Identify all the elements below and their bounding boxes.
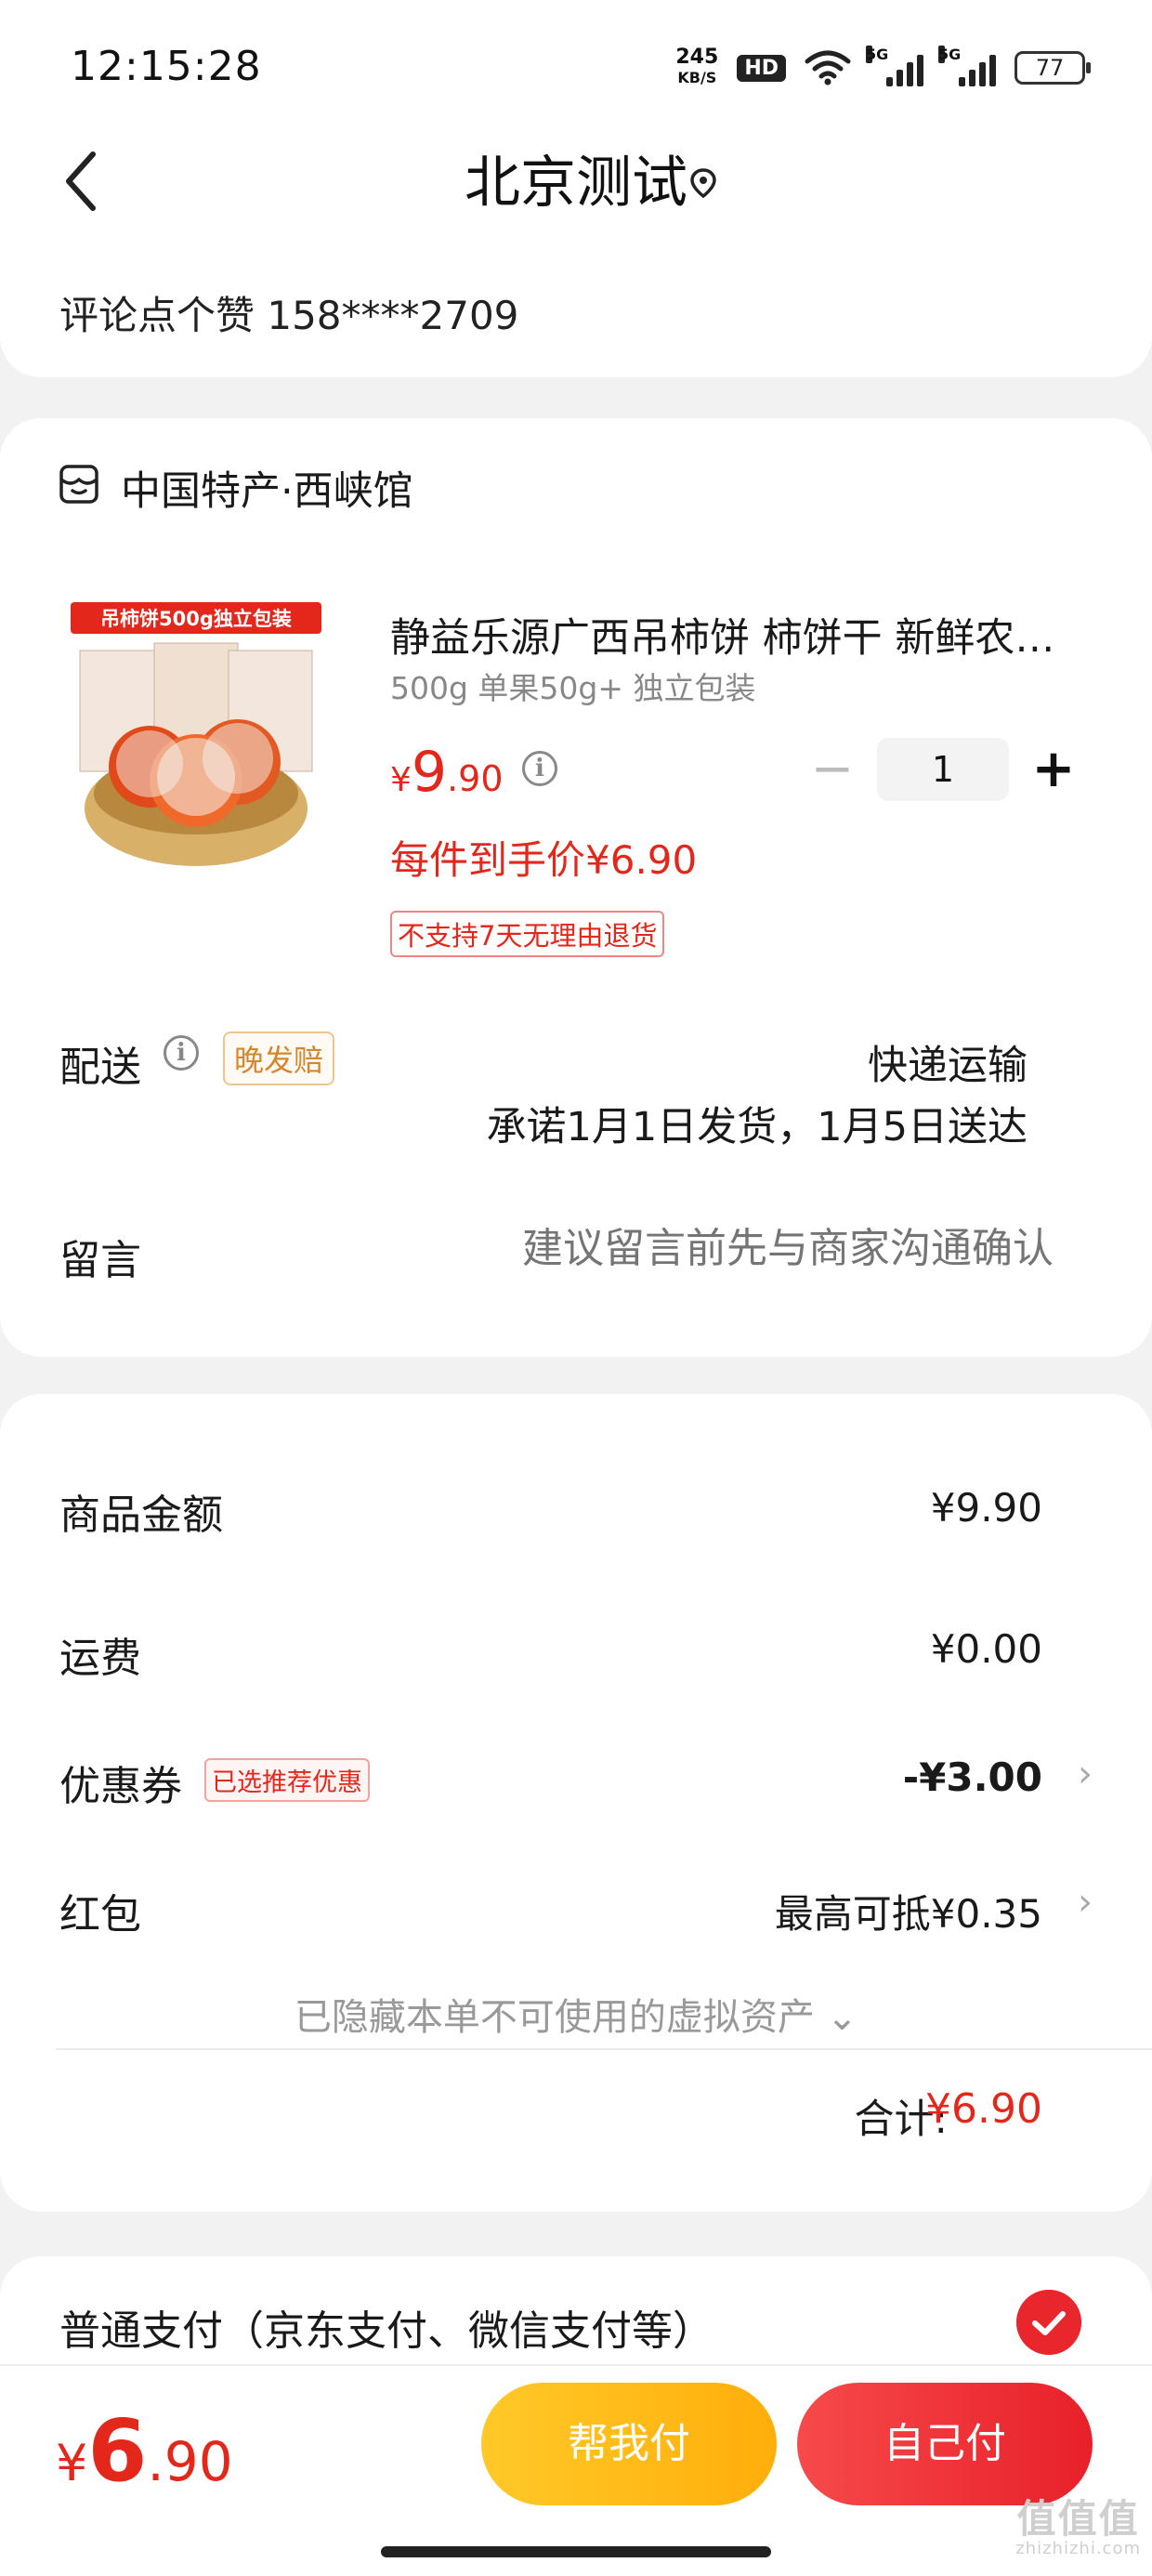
product-price: ¥9.90 (390, 740, 504, 805)
note-label: 留言 (59, 1237, 141, 1284)
payment-selected-check-icon[interactable] (1016, 2290, 1081, 2355)
delivery-info-icon[interactable]: i (164, 1035, 199, 1071)
coupon-badge: 已选推荐优惠 (204, 1758, 370, 1802)
note-input[interactable] (459, 1225, 1054, 1272)
wifi-icon (805, 50, 851, 85)
coupon-label[interactable]: 优惠券 (59, 1753, 182, 1812)
page-title[interactable]: 北京测试 (0, 149, 1152, 217)
quantity-input[interactable]: 1 (877, 738, 1009, 801)
late-compensation-badge[interactable]: 晚发赔 (223, 1032, 335, 1085)
hidden-assets-toggle[interactable]: 已隐藏本单不可使用的虚拟资产 ⌄ (0, 1987, 1152, 2041)
delivery-promise: 承诺1月1日发货，1月5日送达 (486, 1104, 1028, 1150)
coupon-value[interactable]: -¥3.00 (903, 1755, 1042, 1800)
product-spec[interactable]: 500g 单果50g+ 独立包装 (390, 664, 756, 708)
summary-divider (56, 2048, 1152, 2050)
signal-5g-2-icon: 5G (938, 46, 996, 86)
product-title[interactable]: 静益乐源广西吊柿饼 柿饼干 新鲜农… (390, 606, 1096, 664)
status-time: 12:15:28 (71, 43, 262, 90)
product-image-banner: 吊柿饼500g独立包装 (100, 608, 292, 630)
total-value: ¥6.90 (925, 2085, 1042, 2133)
status-icons: 245 KB/S HD 5G 5G 77 (675, 45, 1091, 91)
home-indicator[interactable] (381, 2546, 771, 2557)
battery-icon: 77 (1015, 51, 1091, 85)
hd-icon: HD (737, 54, 786, 82)
help-pay-button[interactable]: 帮我付 (481, 2383, 777, 2505)
no-return-badge: 不支持7天无理由退货 (390, 911, 665, 957)
delivery-address[interactable]: 评论点个赞 158****2709 (59, 284, 518, 341)
self-pay-button[interactable]: 自己付 (797, 2383, 1093, 2505)
payment-method-label[interactable]: 普通支付（京东支付、微信支付等） (59, 2297, 713, 2357)
increase-button[interactable]: + (1026, 742, 1081, 797)
product-image[interactable]: 吊柿饼500g独立包装 (61, 595, 331, 892)
red-packet-label[interactable]: 红包 (59, 1881, 141, 1940)
delivery-mode[interactable]: 快递运输 (868, 1033, 1028, 1091)
shop-name[interactable]: 中国特产·西峡馆 (121, 459, 413, 517)
checkout-total: ¥6.90 (56, 2401, 233, 2501)
shop-icon (59, 465, 98, 504)
location-pin-icon[interactable] (687, 167, 719, 199)
price-info-icon[interactable]: i (522, 751, 557, 786)
shipping-value: ¥0.00 (930, 1626, 1042, 1672)
red-packet-value[interactable]: 最高可抵¥0.35 (775, 1883, 1042, 1939)
red-packet-chevron-right-icon[interactable]: › (1078, 1881, 1093, 1924)
network-speed: 245 KB/S (675, 46, 719, 87)
quantity-stepper: − 1 + (805, 738, 1081, 801)
shipping-label: 运费 (59, 1635, 141, 1682)
decrease-button[interactable]: − (805, 742, 860, 797)
coupon-chevron-right-icon[interactable]: › (1078, 1753, 1093, 1795)
goods-amount-label: 商品金额 (59, 1492, 223, 1539)
delivery-label: 配送 (59, 1044, 141, 1091)
watermark-logo: 值值值 zhizhizhi.com (1015, 2496, 1141, 2559)
net-price: 每件到手价¥6.90 (390, 837, 698, 883)
signal-5g-1-icon: 5G (866, 46, 923, 86)
goods-amount-value: ¥9.90 (930, 1485, 1042, 1531)
